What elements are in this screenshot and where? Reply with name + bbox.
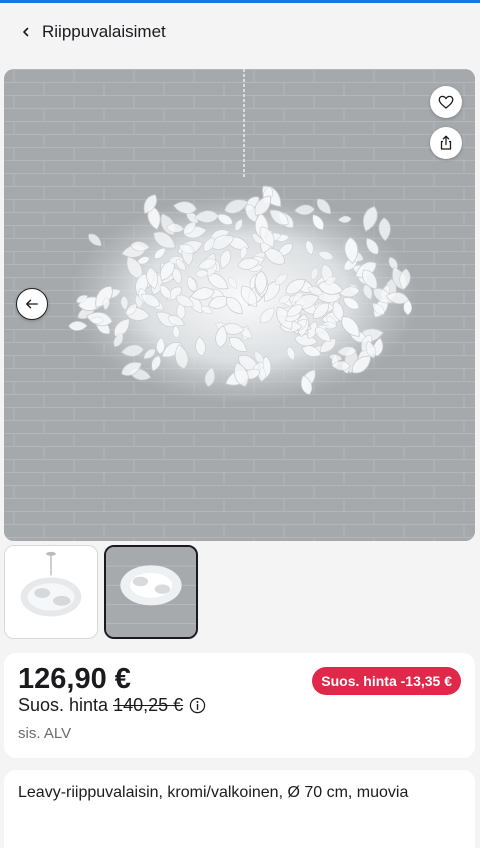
back-button[interactable] xyxy=(6,12,46,52)
favorite-button[interactable] xyxy=(430,86,462,118)
header: Riippuvalaisimet xyxy=(0,3,480,61)
product-image xyxy=(4,69,475,541)
thumbnail-image xyxy=(5,546,97,638)
description-card: Leavy-riippuvalaisin, kromi/valkoinen, Ø… xyxy=(4,770,475,848)
chevron-left-icon xyxy=(23,27,29,37)
arrow-left-icon xyxy=(26,299,38,309)
current-price: 126,90 € xyxy=(18,663,131,695)
heart-icon xyxy=(438,95,454,109)
previous-image-button[interactable] xyxy=(16,288,48,320)
recommended-price-old: 140,25 € xyxy=(113,695,184,715)
vat-note: sis. ALV xyxy=(18,725,72,742)
product-description: Leavy-riippuvalaisin, kromi/valkoinen, Ø… xyxy=(18,784,409,801)
page-title: Riippuvalaisimet xyxy=(42,22,166,41)
recommended-price-row: Suos. hinta 140,25 € xyxy=(18,695,206,716)
price-card: 126,90 € Suos. hinta 140,25 € sis. ALV S… xyxy=(4,653,475,758)
product-image-gallery[interactable] xyxy=(4,69,475,541)
discount-badge: Suos. hinta -13,35 € xyxy=(312,667,461,695)
recommended-price-label: Suos. hinta xyxy=(18,695,109,715)
share-icon xyxy=(440,135,452,150)
info-icon[interactable] xyxy=(189,697,206,714)
thumbnail-image xyxy=(106,547,196,637)
thumbnail-2[interactable] xyxy=(104,545,198,639)
share-button[interactable] xyxy=(430,127,462,159)
thumbnail-1[interactable] xyxy=(4,545,98,639)
thumbnail-strip xyxy=(4,545,198,639)
